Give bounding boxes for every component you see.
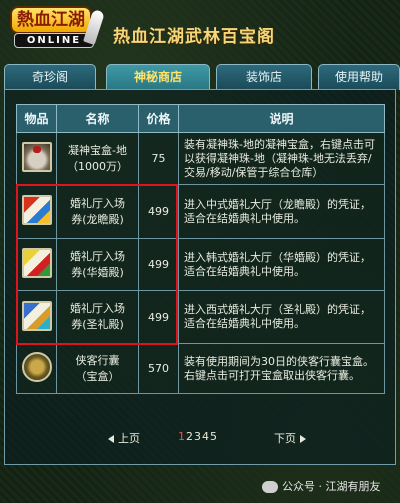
header: 熱血江湖 ONLINE 热血江湖武林百宝阁	[0, 0, 400, 60]
tab-bar: 奇珍阁 神秘商店 装饰店 使用帮助	[4, 64, 400, 90]
current-page[interactable]: 1	[178, 430, 186, 443]
table-row[interactable]: 婚礼厅入场 券(圣礼殿) 499 进入西式婚礼大厅（圣礼殿）的凭证，适合在结婚典…	[16, 290, 385, 344]
item-description: 装有使用期间为30日的侠客行囊宝盒。右键点击可打开宝盒取出侠客行囊。	[178, 343, 385, 394]
table-header-row: 物品 名称 价格 说明	[16, 104, 385, 133]
item-name-sub: 券(龙瞻殿)	[71, 212, 124, 226]
pagination: 上页 12345 下页	[0, 430, 400, 448]
item-name: 凝神宝盒-地	[68, 143, 127, 157]
column-header-description: 说明	[178, 104, 385, 133]
wedding-ticket-icon[interactable]	[21, 248, 52, 278]
wechat-icon	[262, 481, 278, 493]
tab-help[interactable]: 使用帮助	[318, 64, 400, 90]
treasure-box-icon[interactable]	[21, 352, 52, 382]
item-price: 499	[138, 238, 179, 291]
logo-top-text: 熱血江湖	[10, 6, 92, 34]
item-price: 570	[138, 343, 179, 394]
item-name: 婚礼厅入场	[70, 302, 125, 315]
shop-table: 物品 名称 价格 说明 凝神宝盒-地 （1000万） 75 装有凝神珠-地的凝神…	[16, 104, 385, 394]
table-row[interactable]: 凝神宝盒-地 （1000万） 75 装有凝神珠-地的凝神宝盒，右键点击可以获得凝…	[16, 132, 385, 185]
watermark: 公众号 · 江湖有朋友	[262, 478, 381, 494]
table-row[interactable]: 侠客行囊 （宝盒） 570 装有使用期间为30日的侠客行囊宝盒。右键点击可打开宝…	[16, 343, 385, 394]
arrow-left-icon	[108, 435, 114, 443]
prev-page-button[interactable]: 上页	[104, 430, 140, 446]
page-numbers[interactable]: 12345	[178, 430, 218, 443]
arrow-right-icon	[300, 435, 306, 443]
table-row[interactable]: 婚礼厅入场 券(华婚殿) 499 进入韩式婚礼大厅（华婚殿）的凭证，适合在结婚典…	[16, 238, 385, 291]
item-description: 进入中式婚礼大厅（龙瞻殿）的凭证，适合在结婚典礼中使用。	[178, 184, 385, 239]
item-name-sub: （1000万）	[67, 159, 128, 173]
bag-icon[interactable]	[21, 142, 52, 172]
item-description: 进入韩式婚礼大厅（华婚殿）的凭证，适合在结婚典礼中使用。	[178, 238, 385, 291]
item-name: 婚礼厅入场	[70, 249, 125, 263]
wedding-ticket-icon[interactable]	[21, 300, 52, 331]
item-price: 499	[138, 290, 179, 344]
item-name-sub: （宝盒）	[75, 369, 120, 383]
column-header-name: 名称	[56, 104, 139, 133]
item-description: 装有凝神珠-地的凝神宝盒，右键点击可以获得凝神珠-地（凝神珠-地无法丢弃/交易/…	[178, 132, 385, 185]
page-title: 热血江湖武林百宝阁	[113, 27, 275, 47]
game-logo[interactable]: 熱血江湖 ONLINE	[4, 4, 105, 54]
item-name-sub: 券(华婚殿)	[71, 265, 124, 279]
tab-decoration-shop[interactable]: 装饰店	[216, 64, 312, 90]
tab-mystery-shop[interactable]: 神秘商店	[106, 64, 210, 90]
column-header-price: 价格	[138, 104, 179, 133]
item-name: 婚礼厅入场	[70, 196, 125, 210]
item-name: 侠客行囊	[75, 353, 120, 367]
other-pages[interactable]: 2345	[186, 430, 218, 443]
item-name-sub: 券(圣礼殿)	[71, 318, 124, 331]
column-header-item: 物品	[16, 104, 57, 133]
table-row[interactable]: 婚礼厅入场 券(龙瞻殿) 499 进入中式婚礼大厅（龙瞻殿）的凭证，适合在结婚典…	[16, 184, 385, 239]
item-price: 499	[138, 184, 179, 239]
item-price: 75	[138, 132, 179, 185]
tab-qizhenge[interactable]: 奇珍阁	[4, 64, 96, 90]
item-description: 进入西式婚礼大厅（圣礼殿）的凭证，适合在结婚典礼中使用。	[178, 290, 385, 344]
logo-bottom-text: ONLINE	[14, 33, 94, 48]
next-page-button[interactable]: 下页	[274, 430, 310, 446]
wedding-ticket-icon[interactable]	[21, 195, 52, 225]
